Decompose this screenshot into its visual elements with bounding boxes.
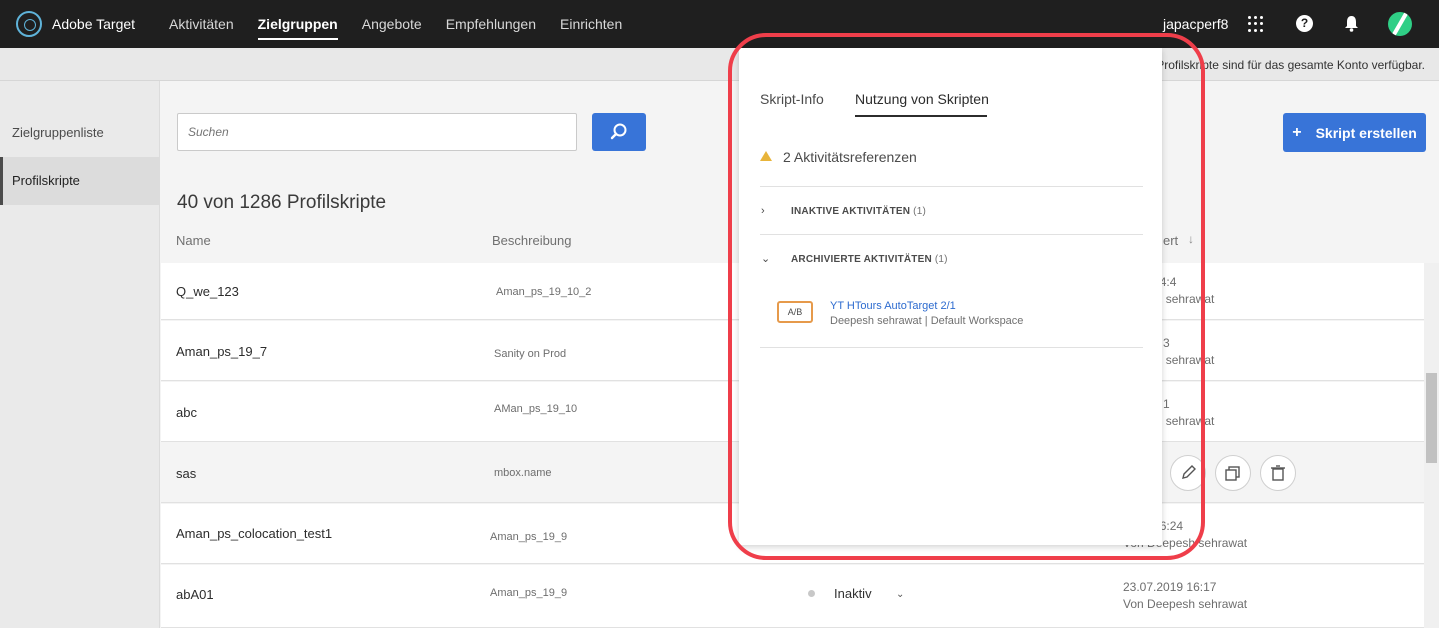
info-bar: Profilskripte sind für das gesamte Konto… xyxy=(0,48,1439,81)
modified-time: 23.07.2019 16:17 xyxy=(1123,580,1217,594)
script-description: Aman_ps_19_9 xyxy=(490,587,568,599)
divider xyxy=(760,186,1143,187)
tab-script-usage[interactable]: Nutzung von Skripten xyxy=(855,91,989,107)
help-icon[interactable]: ? xyxy=(1296,15,1313,32)
warning-icon xyxy=(760,151,772,161)
nav-recommendations[interactable]: Empfehlungen xyxy=(446,0,536,48)
script-name[interactable]: sas xyxy=(176,466,196,481)
adobe-target-logo-icon[interactable] xyxy=(16,11,42,37)
sidebar-item-audience-list[interactable]: Zielgruppenliste xyxy=(0,109,160,157)
create-script-button[interactable]: + Skript erstellen xyxy=(1283,113,1426,152)
nav-activities[interactable]: Aktivitäten xyxy=(169,0,234,48)
status-text[interactable]: Inaktiv xyxy=(834,586,872,601)
section-archived-count: (1) xyxy=(934,254,948,265)
script-description: AMan_ps_19_10 xyxy=(494,403,578,415)
copy-icon xyxy=(1225,466,1240,481)
divider xyxy=(760,347,1143,348)
modified-date: 23.07.2019 16:17 Von Deepesh sehrawat xyxy=(1123,579,1247,613)
script-name[interactable]: Q_we_123 xyxy=(176,284,239,299)
script-name[interactable]: abA01 xyxy=(176,587,214,602)
script-name[interactable]: Aman_ps_19_7 xyxy=(176,344,267,359)
tab-script-info[interactable]: Skript-Info xyxy=(760,91,824,107)
app-name[interactable]: Adobe Target xyxy=(52,16,135,32)
nav-offers[interactable]: Angebote xyxy=(362,0,422,48)
delete-button[interactable] xyxy=(1260,455,1296,491)
chevron-right-icon[interactable]: › xyxy=(761,205,765,217)
sort-arrow-icon[interactable]: ↓ xyxy=(1188,232,1194,246)
copy-button[interactable] xyxy=(1215,455,1251,491)
chevron-down-icon[interactable]: ⌄ xyxy=(761,252,770,265)
divider xyxy=(760,234,1143,235)
app-switcher-icon[interactable] xyxy=(1248,16,1264,32)
trash-icon xyxy=(1271,465,1285,481)
ab-activity-badge: A/B xyxy=(777,301,813,323)
results-count: 40 von 1286 Profilskripte xyxy=(177,192,387,213)
script-name[interactable]: Aman_ps_colocation_test1 xyxy=(176,526,332,541)
column-header-modified[interactable]: ert xyxy=(1163,233,1178,248)
create-script-label: Skript erstellen xyxy=(1315,124,1417,141)
search-button[interactable] xyxy=(592,113,646,151)
tab-underline xyxy=(855,115,987,117)
section-archived-activities[interactable]: ARCHIVIERTE AKTIVITÄTEN (1) xyxy=(791,254,948,265)
edit-button[interactable] xyxy=(1170,455,1206,491)
nav-audiences[interactable]: Zielgruppen xyxy=(257,0,338,48)
pencil-icon xyxy=(1182,465,1196,479)
bell-icon[interactable] xyxy=(1344,15,1359,32)
section-inactive-label: INAKTIVE AKTIVITÄTEN xyxy=(791,206,911,217)
column-header-name[interactable]: Name xyxy=(176,233,211,248)
user-name[interactable]: japacperf8 xyxy=(1163,16,1228,32)
section-archived-label: ARCHIVIERTE AKTIVITÄTEN xyxy=(791,254,932,265)
activity-link[interactable]: YT HTours AutoTarget 2/1 xyxy=(830,300,956,312)
scrollbar-thumb[interactable] xyxy=(1426,373,1437,463)
avatar[interactable] xyxy=(1388,12,1412,36)
section-inactive-activities[interactable]: INAKTIVE AKTIVITÄTEN (1) xyxy=(791,206,926,217)
plus-icon: + xyxy=(1292,123,1302,141)
activity-references: 2 Aktivitätsreferenzen xyxy=(783,149,917,165)
top-nav: Adobe Target Aktivitäten Zielgruppen Ang… xyxy=(0,0,1439,48)
status-dot xyxy=(808,590,815,597)
search-icon xyxy=(610,123,627,140)
table-row[interactable]: abA01 Aman_ps_19_9 Inaktiv ⌄ 23.07.2019 … xyxy=(161,565,1424,628)
info-text: Profilskripte sind für das gesamte Konto… xyxy=(1156,58,1425,72)
search-field[interactable] xyxy=(177,113,577,151)
script-description: Sanity on Prod xyxy=(494,348,567,360)
script-description: Aman_ps_19_10_2 xyxy=(496,286,592,298)
column-header-description[interactable]: Beschreibung xyxy=(492,233,572,248)
scrollbar[interactable] xyxy=(1424,263,1439,628)
script-name[interactable]: abc xyxy=(176,405,197,420)
sidebar: Zielgruppenliste Profilskripte xyxy=(0,81,160,628)
activity-owner-workspace: Deepesh sehrawat | Default Workspace xyxy=(830,315,1024,327)
modified-by: Von Deepesh sehrawat xyxy=(1123,597,1248,611)
section-inactive-count: (1) xyxy=(913,206,926,217)
script-usage-popover: Skript-Info Nutzung von Skripten 2 Aktiv… xyxy=(739,48,1162,545)
script-description: Aman_ps_19_9 xyxy=(490,531,568,543)
nav-setup[interactable]: Einrichten xyxy=(560,0,622,48)
sidebar-item-profile-scripts[interactable]: Profilskripte xyxy=(0,157,160,205)
script-description: mbox.name xyxy=(494,467,552,479)
search-input[interactable] xyxy=(178,114,576,150)
chevron-down-icon[interactable]: ⌄ xyxy=(896,589,904,600)
